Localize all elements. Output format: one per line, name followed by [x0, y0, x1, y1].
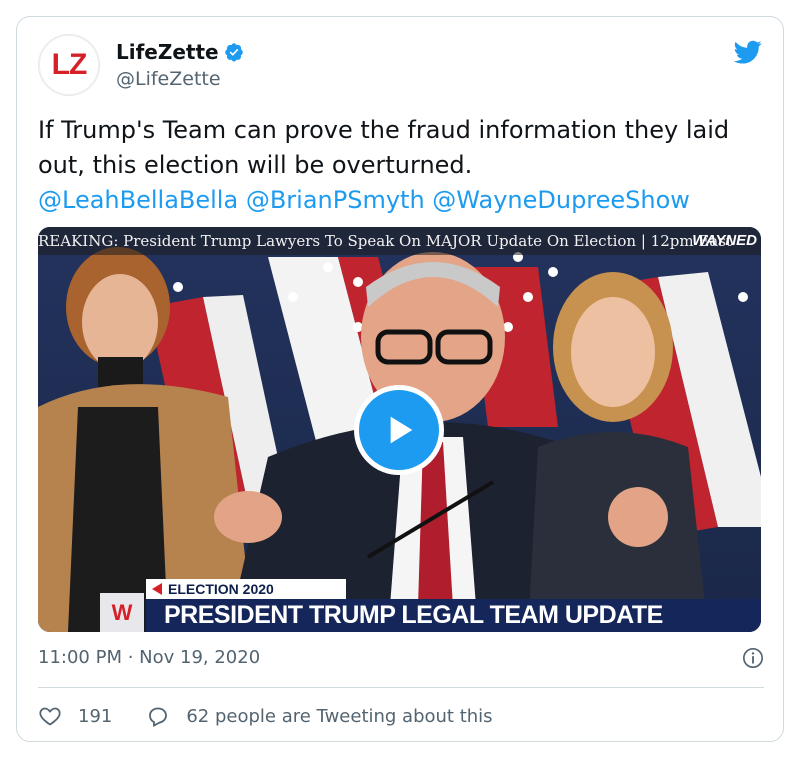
timestamp-link[interactable]: 11:00 PM · Nov 19, 2020	[38, 647, 260, 668]
channel-logo: W	[100, 593, 144, 632]
video-player[interactable]: REAKING: President Trump Lawyers To Spea…	[38, 227, 761, 632]
tweet-card[interactable]: LZ LifeZette @LifeZette If Trump's Team …	[16, 16, 784, 742]
reply-bubble-icon	[149, 707, 168, 728]
mention-link[interactable]: @WayneDupreeShow	[432, 186, 690, 214]
conversation-text: 62 people are Tweeting about this	[186, 705, 493, 727]
divider	[38, 687, 764, 688]
lower-third: ELECTION 2020 PRESIDENT TRUMP LEGAL TEAM…	[146, 579, 761, 632]
news-ticker: REAKING: President Trump Lawyers To Spea…	[38, 227, 761, 255]
mention-link[interactable]: @BrianPSmyth	[246, 186, 425, 214]
info-icon[interactable]	[742, 647, 764, 669]
play-icon	[390, 416, 413, 444]
tweet-body: If Trump's Team can prove the fraud info…	[38, 116, 730, 179]
play-button[interactable]	[354, 385, 444, 475]
lower-third-headline: PRESIDENT TRUMP LEGAL TEAM UPDATE	[146, 599, 761, 632]
author-name-row[interactable]: LifeZette	[116, 40, 244, 64]
like-count: 191	[78, 705, 113, 727]
mention-link[interactable]: @LeahBellaBella	[38, 186, 238, 214]
tweet-text: If Trump's Team can prove the fraud info…	[38, 113, 768, 218]
lower-third-label: ELECTION 2020	[146, 579, 346, 599]
verified-badge-icon	[224, 43, 243, 62]
heart-icon	[39, 707, 61, 726]
tweet-actions: 191 62 people are Tweeting about this	[38, 701, 527, 731]
twitter-bird-icon[interactable]	[732, 38, 764, 66]
conversation-link[interactable]: 62 people are Tweeting about this	[146, 704, 493, 728]
like-button[interactable]: 191	[38, 704, 112, 728]
timestamp-row: 11:00 PM · Nov 19, 2020	[38, 645, 764, 671]
display-name[interactable]: LifeZette	[116, 40, 219, 64]
tweet-header: LZ LifeZette @LifeZette	[38, 34, 764, 98]
handle[interactable]: @LifeZette	[116, 68, 221, 90]
ticker-logo: WAYNED	[692, 232, 757, 249]
avatar[interactable]: LZ	[38, 34, 100, 96]
ticker-text: REAKING: President Trump Lawyers To Spea…	[38, 232, 732, 250]
avatar-logo-text: LZ	[51, 48, 88, 81]
